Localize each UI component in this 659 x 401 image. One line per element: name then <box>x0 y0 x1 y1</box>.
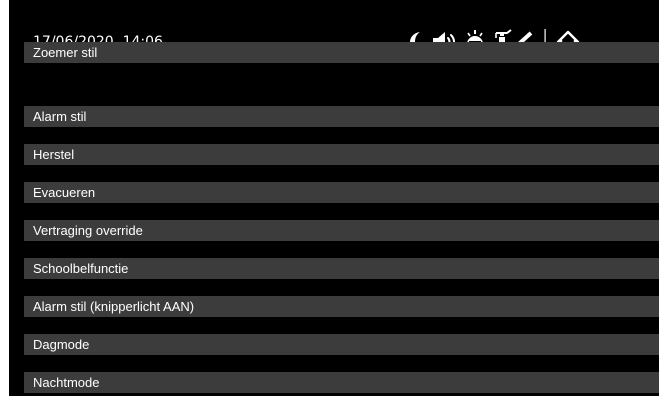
frame-border-bottom <box>0 396 659 401</box>
menu-item-dagmode[interactable]: Dagmode <box>24 334 659 355</box>
frame-border-left <box>0 0 9 401</box>
menu-item-alarm-stil[interactable]: Alarm stil <box>24 106 659 127</box>
menu-item-alarm-stil-knipperlicht[interactable]: Alarm stil (knipperlicht AAN) <box>24 296 659 317</box>
menu-item-herstel[interactable]: Herstel <box>24 144 659 165</box>
control-panel-screen: 17/06/2020 14:06 Z <box>0 0 659 401</box>
menu-item-schoolbelfunctie[interactable]: Schoolbelfunctie <box>24 258 659 279</box>
menu-item-zoemer-stil[interactable]: Zoemer stil <box>24 42 659 63</box>
menu-item-evacueren[interactable]: Evacueren <box>24 182 659 203</box>
menu-item-vertraging-override[interactable]: Vertraging override <box>24 220 659 241</box>
menu-item-nachtmode[interactable]: Nachtmode <box>24 372 659 393</box>
